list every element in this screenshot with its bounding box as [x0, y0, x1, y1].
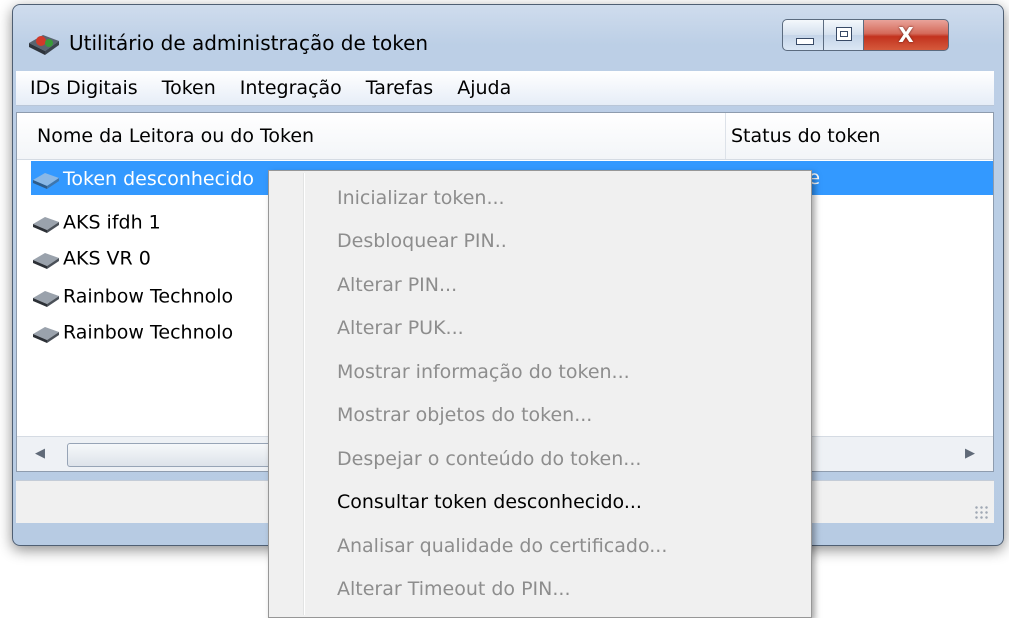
close-button[interactable]: X — [864, 19, 949, 51]
menu-bar: IDs Digitais Token Integração Tarefas Aj… — [16, 71, 994, 106]
reader-icon — [33, 216, 59, 233]
close-icon: X — [898, 23, 914, 47]
scroll-left-arrow-icon[interactable]: ◀ — [25, 437, 55, 471]
row-name: Token desconhecido — [63, 167, 255, 190]
row-name: AKS ifdh 1 — [63, 211, 161, 234]
menu-token[interactable]: Token — [150, 71, 228, 105]
ctx-alterar-puk[interactable]: Alterar PUK... — [337, 307, 464, 350]
restore-icon — [836, 27, 852, 41]
reader-icon — [33, 252, 59, 269]
menu-tarefas[interactable]: Tarefas — [354, 71, 445, 105]
row-name: Rainbow Technolo — [63, 285, 234, 308]
ctx-analisar-qualidade[interactable]: Analisar qualidade do certificado... — [337, 525, 667, 568]
ctx-mostrar-informacao[interactable]: Mostrar informação do token... — [337, 351, 630, 394]
ctx-despejar-conteudo[interactable]: Despejar o conteúdo do token... — [337, 438, 641, 481]
menu-ids-digitais[interactable]: IDs Digitais — [16, 71, 150, 105]
column-header-name[interactable]: Nome da Leitora ou do Token — [31, 113, 726, 159]
menu-gutter — [303, 173, 305, 615]
ctx-consultar-token[interactable]: Consultar token desconhecido... — [337, 481, 642, 524]
app-token-icon[interactable] — [25, 29, 63, 57]
menu-ajuda[interactable]: Ajuda — [445, 71, 523, 105]
list-item[interactable]: AKS VR 0 e — [31, 241, 813, 275]
maximize-button[interactable] — [824, 19, 864, 51]
scroll-right-arrow-icon[interactable]: ▶ — [955, 437, 985, 471]
reader-icon — [33, 290, 59, 307]
row-name: Rainbow Technolo — [63, 321, 234, 344]
ctx-alterar-pin[interactable]: Alterar PIN... — [337, 264, 457, 307]
list-header: Nome da Leitora ou do Token Status do to… — [17, 113, 993, 160]
list-item[interactable]: AKS ifdh 1 e — [31, 205, 813, 239]
resize-grip-icon[interactable] — [974, 505, 988, 519]
list-item[interactable]: Rainbow Technolo e — [31, 315, 813, 349]
ctx-mostrar-objetos[interactable]: Mostrar objetos do token... — [337, 394, 592, 437]
column-header-status[interactable]: Status do token — [725, 113, 987, 159]
reader-icon — [33, 326, 59, 343]
window-title: Utilitário de administração de token — [69, 31, 429, 55]
list-item[interactable]: Rainbow Technolo e — [31, 279, 813, 313]
ctx-alterar-timeout[interactable]: Alterar Timeout do PIN... — [337, 568, 571, 611]
token-icon — [33, 172, 59, 189]
minimize-icon — [796, 38, 814, 45]
minimize-button[interactable] — [782, 19, 824, 51]
ctx-inicializar-token[interactable]: Inicializar token... — [337, 177, 505, 220]
ctx-desbloquear-pin[interactable]: Desbloquear PIN.. — [337, 220, 507, 263]
menu-integracao[interactable]: Integração — [228, 71, 354, 105]
context-menu: Inicializar token... Desbloquear PIN.. A… — [268, 170, 812, 618]
row-name: AKS VR 0 — [63, 247, 151, 270]
